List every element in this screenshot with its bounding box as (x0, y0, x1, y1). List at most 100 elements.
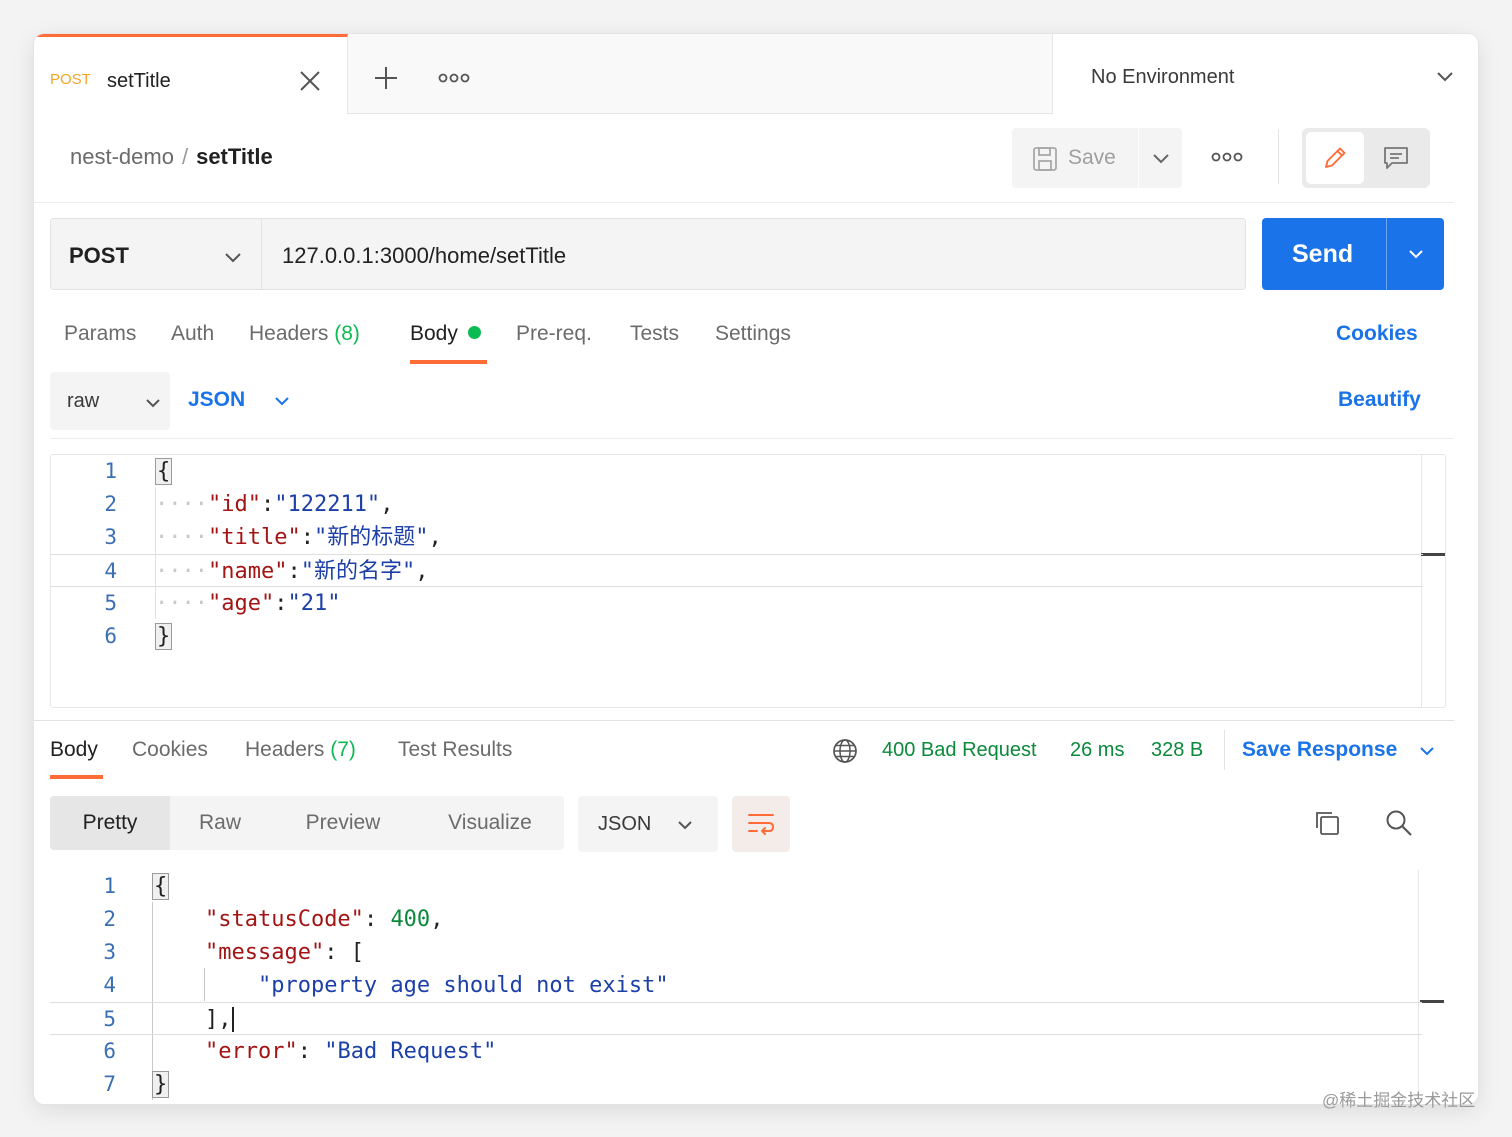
save-response-button[interactable]: Save Response (1242, 738, 1397, 762)
save-group: Save (1012, 128, 1182, 188)
chevron-down-icon[interactable] (273, 392, 291, 410)
request-tab[interactable]: POST setTitle (34, 34, 348, 114)
view-visualize[interactable]: Visualize (416, 796, 564, 850)
close-brace: } (155, 623, 173, 650)
response-body-viewer[interactable]: 1 { 2 "statusCode": 400, 3 "message": [ … (50, 870, 1446, 1104)
chevron-down-icon (678, 821, 692, 830)
tab-pre-request[interactable]: Pre-req. (516, 322, 592, 346)
json-value: "21" (287, 591, 341, 616)
close-icon[interactable] (296, 67, 324, 95)
close-brace: } (152, 1071, 170, 1098)
url-value: 127.0.0.1:3000/home/setTitle (282, 243, 567, 268)
tab-headers[interactable]: Headers (8) (249, 322, 360, 346)
chevron-down-icon[interactable] (1406, 244, 1426, 264)
tab-settings[interactable]: Settings (715, 322, 791, 346)
line-number: 1 (104, 459, 117, 483)
code-line: 5 ····"age":"21" (51, 587, 1423, 620)
comments-button[interactable] (1366, 132, 1426, 184)
view-pretty[interactable]: Pretty (50, 796, 170, 850)
response-format-select[interactable]: JSON (578, 796, 718, 852)
response-tab-body[interactable]: Body (50, 738, 98, 762)
code-line: 6 "error": "Bad Request" (50, 1035, 1422, 1068)
copy-icon[interactable] (1312, 808, 1342, 838)
line-number: 6 (103, 1039, 116, 1063)
json-key: "id" (207, 492, 261, 517)
breadcrumb-separator: / (181, 144, 189, 169)
wrap-lines-button[interactable] (732, 796, 790, 852)
pencil-icon (1325, 147, 1346, 168)
response-headers-label: Headers (245, 738, 325, 761)
view-preview[interactable]: Preview (270, 796, 416, 850)
tab-method-badge: POST (50, 71, 91, 88)
code-line: 1 { (50, 870, 1422, 903)
environment-label: No Environment (1091, 66, 1235, 88)
more-icon[interactable] (1210, 142, 1244, 172)
json-key: "message" (204, 940, 325, 965)
response-tab-cookies[interactable]: Cookies (132, 738, 208, 762)
beautify-link[interactable]: Beautify (1338, 388, 1421, 412)
code-line: 3 "message": [ (50, 936, 1422, 969)
save-options-button[interactable] (1138, 128, 1182, 188)
status-code[interactable]: 400 Bad Request (882, 739, 1037, 762)
body-language-select[interactable]: JSON (188, 388, 245, 412)
method-select[interactable]: POST (50, 218, 262, 290)
text-cursor (232, 1007, 248, 1032)
line-number: 7 (103, 1072, 116, 1096)
globe-icon[interactable] (832, 738, 858, 764)
send-label: Send (1292, 240, 1354, 268)
json-value: "新的名字" (300, 559, 416, 584)
url-input[interactable]: 127.0.0.1:3000/home/setTitle (262, 218, 1246, 290)
line-number: 3 (103, 940, 116, 964)
response-headers-count: (7) (330, 738, 356, 761)
response-time[interactable]: 26 ms (1070, 739, 1124, 762)
edit-mode-button[interactable] (1306, 132, 1364, 184)
plus-icon[interactable] (370, 62, 402, 94)
view-mode-toggle (1302, 128, 1430, 188)
request-body-editor[interactable]: 1 { 2 ····"id":"122211", 3 ····"title":"… (50, 454, 1446, 708)
active-tab-underline (410, 360, 487, 364)
body-mode-select[interactable]: raw (50, 372, 170, 430)
breadcrumb-collection[interactable]: nest-demo (70, 144, 174, 169)
send-button[interactable]: Send (1262, 218, 1444, 290)
tab-headers-label: Headers (249, 322, 329, 345)
search-icon[interactable] (1384, 808, 1414, 838)
tab-auth[interactable]: Auth (171, 322, 214, 346)
response-tab-test-results[interactable]: Test Results (398, 738, 512, 762)
scrollbar-marker (1420, 1000, 1444, 1003)
environment-selector[interactable]: No Environment (1052, 34, 1478, 114)
breadcrumb-request[interactable]: setTitle (196, 144, 273, 169)
tab-body-label: Body (410, 322, 458, 345)
response-view-toggle: Pretty Raw Preview Visualize (50, 796, 564, 850)
json-key: "name" (207, 559, 288, 584)
json-number: 400 (390, 907, 431, 932)
chevron-down-icon (1435, 66, 1455, 86)
line-number: 5 (104, 591, 117, 615)
body-mode-value: raw (67, 390, 100, 412)
save-label: Save (1068, 146, 1116, 169)
tab-tests[interactable]: Tests (630, 322, 679, 346)
view-raw[interactable]: Raw (170, 796, 270, 850)
body-indicator-dot (467, 326, 481, 339)
response-format-value: JSON (598, 813, 652, 835)
breadcrumb: nest-demo / setTitle (70, 144, 273, 170)
cookies-link[interactable]: Cookies (1336, 322, 1418, 346)
divider (1224, 730, 1225, 770)
more-icon[interactable] (436, 64, 472, 92)
save-button[interactable]: Save (1012, 128, 1138, 188)
code-line: 6 } (51, 620, 1423, 653)
json-key: "age" (207, 591, 275, 616)
array-close: ], (204, 1007, 232, 1032)
watermark: @稀土掘金技术社区 (1322, 1091, 1476, 1110)
tab-params[interactable]: Params (64, 322, 136, 346)
line-number: 5 (103, 1007, 116, 1031)
response-tab-headers[interactable]: Headers (7) (245, 738, 356, 762)
line-number: 4 (103, 973, 116, 997)
tab-body[interactable]: Body (410, 322, 481, 346)
response-size[interactable]: 328 B (1151, 739, 1203, 762)
open-brace: { (152, 873, 170, 900)
json-key: "statusCode" (204, 907, 364, 932)
postman-window: POST setTitle No Environment nest-demo / s… (34, 34, 1478, 1104)
chevron-down-icon[interactable] (1418, 742, 1436, 760)
tab-title: setTitle (107, 70, 171, 92)
line-number: 4 (104, 559, 117, 583)
